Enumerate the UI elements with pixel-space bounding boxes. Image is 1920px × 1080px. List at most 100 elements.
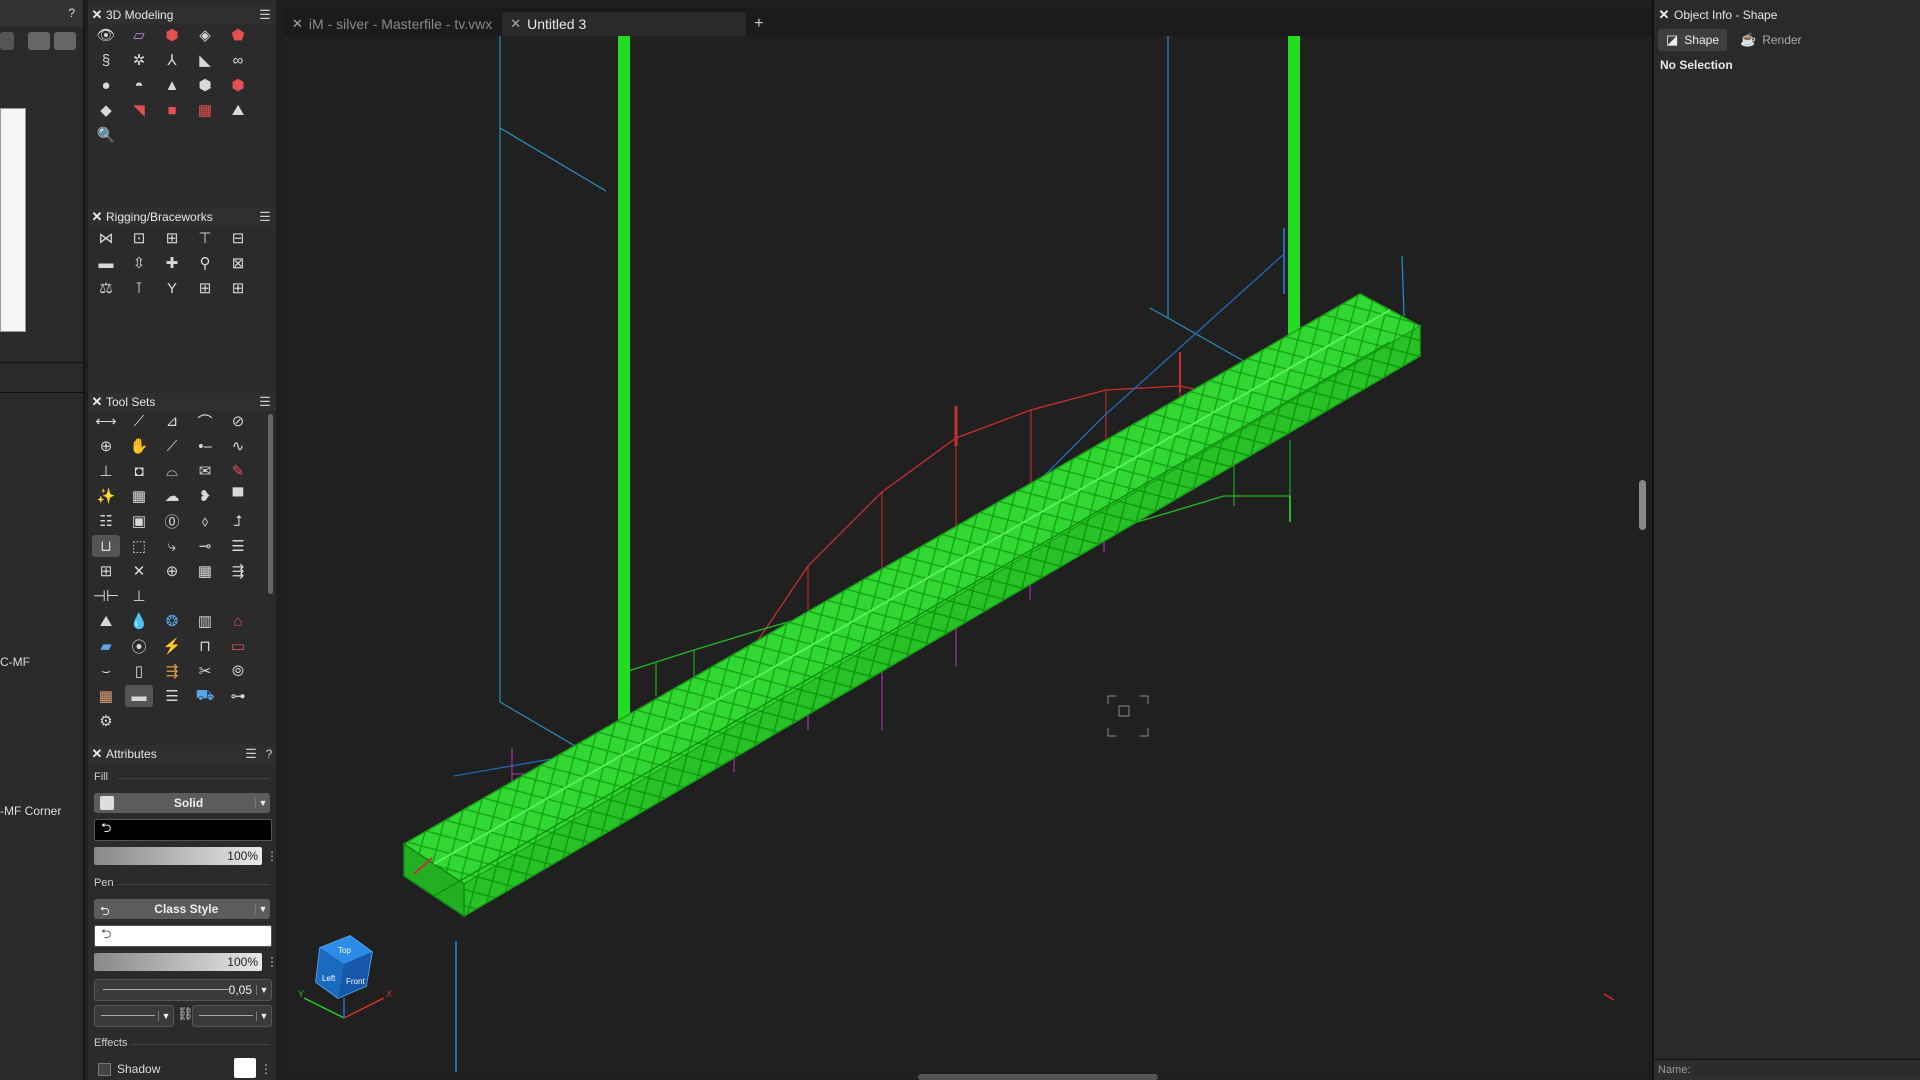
close-icon[interactable]: ✕ [88, 394, 106, 410]
add-tab-button[interactable]: + [746, 12, 771, 36]
bar-icon[interactable]: ▀ [224, 485, 252, 507]
resource-item[interactable]: C-MF [0, 655, 30, 669]
measure-icon[interactable]: ⊣⊢ [92, 585, 120, 607]
tab-shape[interactable]: ◪ Shape [1658, 29, 1727, 51]
pen-style-dropdown[interactable]: ⮌ Class Style ▼ [94, 899, 270, 919]
window-icon[interactable]: ▣ [125, 510, 153, 532]
vertical-scrollbar[interactable] [1639, 480, 1646, 530]
drawing-viewport[interactable]: Top Front Left Y X [284, 36, 1654, 1072]
cone-icon[interactable]: ▲ [158, 74, 186, 96]
close-icon[interactable]: ✕ [1654, 7, 1674, 23]
help-button[interactable]: ? [262, 747, 276, 761]
pencil-icon[interactable]: ✎ [224, 460, 252, 482]
sweep-icon[interactable]: § [92, 49, 120, 71]
close-icon[interactable]: ✕ [88, 7, 106, 23]
solid-addition-icon[interactable]: ⬢ [191, 74, 219, 96]
fillet-icon[interactable]: ◥ [125, 99, 153, 121]
shadow-color-swatch[interactable] [234, 1058, 256, 1078]
screen-icon[interactable]: ▭ [224, 635, 252, 657]
pillar-icon[interactable]: ▯ [125, 660, 153, 682]
bridle-y-icon[interactable]: Y [158, 277, 186, 299]
arrow-icon[interactable]: ⬨ [191, 510, 219, 532]
more-icon[interactable]: ⋮ [266, 953, 278, 971]
pipe-icon[interactable]: ▬ [92, 252, 120, 274]
lightning-icon[interactable]: ⚡ [158, 635, 186, 657]
list-icon[interactable]: ☷ [92, 510, 120, 532]
deform-icon[interactable]: ⛰ [224, 99, 252, 121]
close-icon[interactable]: ✕ [510, 16, 521, 32]
axis-icon[interactable]: ⅄ [158, 49, 186, 71]
fill-type-dropdown[interactable]: Solid ▼ [94, 793, 270, 813]
horizontal-scrollbar[interactable] [918, 1074, 1158, 1080]
shadow-checkbox[interactable] [98, 1063, 111, 1077]
menu-icon[interactable]: ☰ [240, 746, 262, 762]
mode-button-a[interactable] [0, 32, 14, 50]
end-marker-dropdown[interactable]: ▼ [192, 1005, 272, 1027]
start-marker-dropdown[interactable]: ▼ [94, 1005, 174, 1027]
red-solid-icon[interactable]: ⬟ [224, 24, 252, 46]
document-tab-active[interactable]: ✕ Untitled 3 [502, 12, 747, 36]
sofa-icon[interactable]: ⌣ [92, 660, 120, 682]
bridle-icon[interactable]: ⊡ [125, 227, 153, 249]
hoist-icon[interactable]: ⋈ [92, 227, 120, 249]
point-line-icon[interactable]: •– [191, 435, 219, 457]
dimension-icon[interactable]: ⟷ [92, 410, 120, 432]
crate-icon[interactable]: ▦ [92, 685, 120, 707]
terrain-icon[interactable]: ⛰ [92, 610, 120, 632]
polyline-icon[interactable]: ⟋ [125, 410, 153, 432]
cross-icon[interactable]: ✚ [158, 252, 186, 274]
sphere-icon[interactable]: ● [92, 74, 120, 96]
table-icon[interactable]: ▥ [191, 610, 219, 632]
mesh-icon[interactable]: ▦ [191, 99, 219, 121]
camera-icon[interactable]: ⦾ [224, 660, 252, 682]
mode-button-c[interactable] [54, 32, 76, 50]
menu-icon[interactable]: ☰ [254, 209, 276, 225]
block-icon[interactable]: ▦ [125, 485, 153, 507]
truss-system-icon[interactable]: ⊠ [224, 252, 252, 274]
view-icon[interactable]: 👁 [92, 24, 120, 46]
note-icon[interactable]: ✉ [191, 460, 219, 482]
arrow-split-icon[interactable]: ⇶ [224, 560, 252, 582]
locus-icon[interactable]: ⊕ [92, 435, 120, 457]
name-input[interactable] [1694, 1062, 1920, 1078]
wave-icon[interactable]: ∿ [224, 435, 252, 457]
scissors-icon[interactable]: ✂ [191, 660, 219, 682]
cross-lines-icon[interactable]: ✕ [125, 560, 153, 582]
document-tab[interactable]: ✕ iM - silver - Masterfile - tv.vwx [284, 12, 502, 36]
seating-icon[interactable]: ⊓ [191, 635, 219, 657]
rotate-icon[interactable]: ⤷ [158, 535, 186, 557]
clamp-icon[interactable]: ⊺ [125, 277, 153, 299]
menu-icon[interactable]: ☰ [254, 7, 276, 23]
tool-sets-scrollbar[interactable] [268, 414, 273, 594]
tag-icon[interactable]: ❥ [191, 485, 219, 507]
forklift-icon[interactable]: ⛟ [191, 685, 219, 707]
slider-icon[interactable]: ⊸ [191, 535, 219, 557]
truss-insert-icon[interactable]: ⊤ [191, 227, 219, 249]
arc-icon[interactable]: ⌒ [191, 410, 219, 432]
line-weight-dropdown[interactable]: 0,05 ▼ [94, 979, 272, 1001]
extrude-box-icon[interactable]: ⬢ [158, 24, 186, 46]
venue-icon[interactable]: ⌂ [224, 610, 252, 632]
shadow-option[interactable]: Shadow [98, 1062, 160, 1077]
truss-cross-icon[interactable]: ⊟ [224, 227, 252, 249]
cube-tool-icon[interactable]: ⬚ [125, 535, 153, 557]
connector-icon[interactable]: ⊶ [224, 685, 252, 707]
route-icon[interactable]: ⮥ [224, 510, 252, 532]
mode-button-b[interactable] [28, 32, 50, 50]
close-icon[interactable]: ✕ [88, 209, 106, 225]
view-cube[interactable]: Top Front Left Y X [298, 935, 392, 1019]
label-icon[interactable]: ⓪ [158, 510, 186, 532]
arch-icon[interactable]: ⌓ [158, 460, 186, 482]
wand-icon[interactable]: ✨ [92, 485, 120, 507]
monitor-icon[interactable]: ▰ [92, 635, 120, 657]
align-icon[interactable]: ☰ [158, 685, 186, 707]
help-button[interactable]: ? [68, 6, 75, 20]
drop-icon[interactable]: 💧 [125, 610, 153, 632]
settings-icon[interactable]: ⚙ [92, 710, 120, 732]
close-icon[interactable]: ✕ [292, 16, 303, 32]
door-icon[interactable]: ◘ [125, 460, 153, 482]
weight-icon[interactable]: ⚖ [92, 277, 120, 299]
angle-icon[interactable]: ⊿ [158, 410, 186, 432]
text-icon[interactable]: ☰ [224, 535, 252, 557]
truss-icon[interactable]: ⊞ [158, 227, 186, 249]
